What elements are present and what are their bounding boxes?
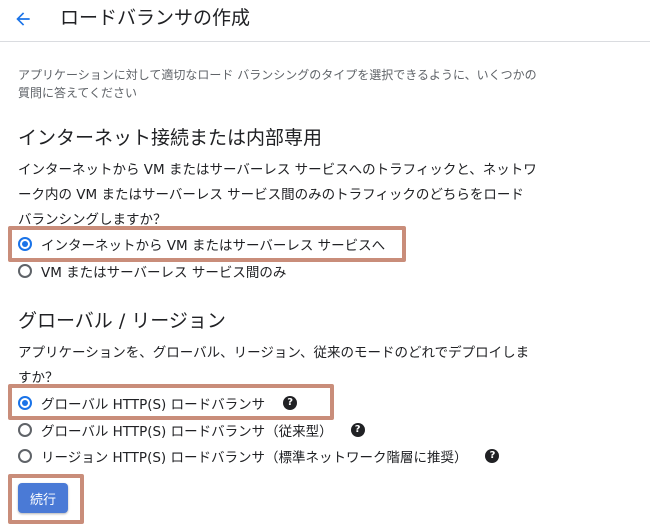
radio-option-internet-to-vm[interactable]: インターネットから VM またはサーバーレス サービスへ: [18, 232, 385, 256]
radio-label: インターネットから VM またはサーバーレス サービスへ: [41, 238, 386, 254]
arrow-back-icon: [16, 12, 30, 26]
radio-label: VM またはサーバーレス サービス間のみ: [41, 265, 287, 281]
radio-button[interactable]: [18, 449, 32, 463]
help-icon[interactable]: ?: [283, 396, 298, 410]
page-header: ロードバランサの作成: [0, 0, 650, 42]
section-title-internet: インターネット接続または内部専用: [18, 127, 323, 149]
continue-button[interactable]: 続行: [18, 483, 68, 513]
intro-text: アプリケーションに対して適切なロード バランシングのタイプを選択できるように、い…: [18, 68, 537, 100]
radio-button-selected[interactable]: [18, 237, 32, 251]
help-icon[interactable]: ?: [485, 449, 500, 463]
page-title: ロードバランサの作成: [60, 7, 251, 29]
radio-label: グローバル HTTP(S) ロードバランサ: [41, 397, 266, 413]
radio-option-global-https[interactable]: グローバル HTTP(S) ロードバランサ ?: [18, 391, 298, 415]
radio-button[interactable]: [18, 423, 32, 437]
back-button[interactable]: [10, 6, 36, 32]
radio-option-regional-https[interactable]: リージョン HTTP(S) ロードバランサ（標準ネットワーク階層に推奨） ?: [18, 444, 500, 468]
radio-button[interactable]: [18, 264, 32, 278]
question-internet: インターネットから VM またはサーバーレス サービスへのトラフィックと、ネット…: [18, 162, 537, 228]
radio-button-selected[interactable]: [18, 396, 32, 410]
help-icon[interactable]: ?: [350, 423, 365, 437]
radio-label: グローバル HTTP(S) ロードバランサ（従来型）: [41, 424, 333, 440]
radio-label: リージョン HTTP(S) ロードバランサ（標準ネットワーク階層に推奨）: [41, 450, 468, 466]
radio-option-vm-only[interactable]: VM またはサーバーレス サービス間のみ: [18, 259, 286, 283]
question-global-region: アプリケーションを、グローバル、リージョン、従来のモードのどれでデプロイしますか…: [18, 345, 530, 386]
section-title-global-region: グローバル / リージョン: [18, 310, 226, 332]
radio-option-global-https-classic[interactable]: グローバル HTTP(S) ロードバランサ（従来型） ?: [18, 418, 365, 442]
